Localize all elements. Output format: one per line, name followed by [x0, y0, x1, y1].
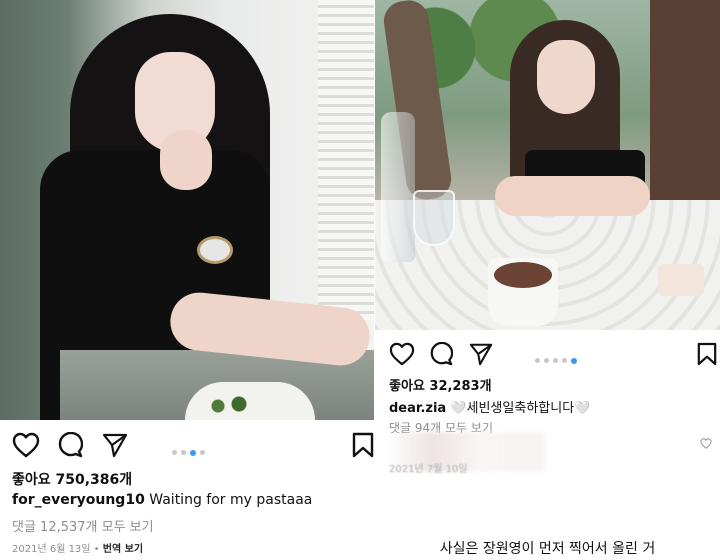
- translate-link[interactable]: 번역 보기: [103, 544, 143, 555]
- username-link[interactable]: for_everyoung10: [12, 492, 145, 508]
- water-bottle: [381, 112, 415, 262]
- wristwatch: [197, 236, 233, 264]
- cosmetic-case: [658, 264, 704, 296]
- hand: [160, 130, 212, 190]
- right-post: 좋아요 32,283개 dear.zia 🤍세빈생일축하합니다🤍 댓글 94개 …: [375, 0, 720, 560]
- window-shutter: [318, 0, 374, 320]
- bookmark-icon[interactable]: [352, 432, 374, 458]
- carousel-dot: [172, 450, 177, 455]
- carousel-dot: [535, 358, 540, 363]
- right-action-bar: [389, 342, 719, 368]
- carousel-dot: [200, 450, 205, 455]
- likes-count[interactable]: 좋아요 750,386개: [12, 469, 132, 489]
- view-all-comments-link[interactable]: 댓글 12,537개 모두 보기: [12, 516, 154, 535]
- caption-overlay-text: 사실은 장원영이 먼저 찍어서 올린 거: [439, 541, 656, 557]
- caption: for_everyoung10 Waiting for my pastaaa: [12, 492, 312, 508]
- heart-icon[interactable]: [389, 342, 415, 366]
- caption-text: 🤍세빈생일축하합니다🤍: [450, 401, 591, 416]
- likes-count[interactable]: 좋아요 32,283개: [389, 375, 492, 394]
- carousel-dot: [553, 358, 558, 363]
- post-meta: 2021년 6월 13일 • 번역 보기: [12, 540, 143, 555]
- carousel-dot-active: [190, 449, 196, 456]
- left-action-bar: [12, 432, 374, 461]
- face: [537, 40, 595, 114]
- left-post-photo[interactable]: [0, 0, 374, 420]
- carousel-dot: [544, 358, 549, 363]
- tiramisu-cup: [488, 258, 558, 326]
- post-date: 2021년 6월 13일: [12, 544, 91, 555]
- salad-greens: [200, 396, 260, 416]
- wine-glass: [413, 190, 455, 246]
- caption: dear.zia 🤍세빈생일축하합니다🤍: [389, 397, 590, 416]
- left-post: 좋아요 750,386개 for_everyoung10 Waiting for…: [0, 0, 374, 560]
- comment-like-heart-icon[interactable]: [700, 438, 712, 449]
- meta-separator: •: [90, 544, 103, 555]
- comment-icon[interactable]: [429, 342, 453, 366]
- post-date: 2021년 7월 10일: [389, 464, 468, 475]
- carousel-indicator: [170, 442, 207, 461]
- carousel-indicator: [533, 350, 579, 369]
- carousel-dot: [562, 358, 567, 363]
- arms: [495, 176, 650, 216]
- right-post-photo[interactable]: [375, 0, 720, 330]
- comment-icon[interactable]: [57, 432, 83, 458]
- caption-text: Waiting for my pastaaa: [149, 492, 313, 508]
- bookmark-icon[interactable]: [697, 342, 717, 366]
- username-link[interactable]: dear.zia: [389, 401, 446, 416]
- carousel-dot-active: [571, 357, 577, 364]
- send-icon[interactable]: [102, 432, 128, 458]
- building-wall: [650, 0, 720, 230]
- carousel-dot: [181, 450, 186, 455]
- send-icon[interactable]: [469, 342, 493, 366]
- heart-icon[interactable]: [12, 432, 40, 458]
